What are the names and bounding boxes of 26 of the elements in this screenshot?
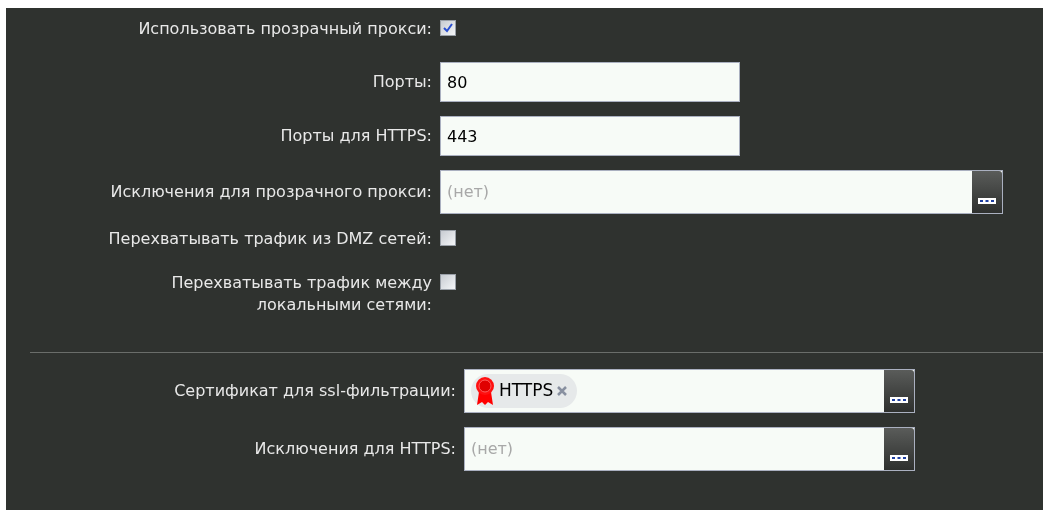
award-ribbon-icon <box>475 376 495 406</box>
ellipsis-icon <box>978 198 996 204</box>
text-field[interactable]: 80 <box>440 62 740 102</box>
browse-button[interactable] <box>884 428 914 470</box>
text-field[interactable]: 443 <box>440 116 740 156</box>
placeholder-text: (нет) <box>447 181 490 203</box>
ellipsis-icon <box>890 455 908 461</box>
placeholder-text: (нет) <box>471 438 514 460</box>
checkmark-icon <box>442 22 454 34</box>
browse-button[interactable] <box>972 171 1002 213</box>
field-label: Порты для HTTPS: <box>279 125 432 147</box>
field-label: Перехватывать трафик между локальными сетями: <box>170 272 432 316</box>
field-label: Исключения для прозрачного прокси: <box>109 181 432 203</box>
ellipsis-icon <box>890 397 908 403</box>
field-label: Сертификат для ssl-фильтрации: <box>173 380 456 402</box>
field-label: Использовать прозрачный прокси: <box>137 18 432 40</box>
field-label: Перехватывать трафик из DMZ сетей: <box>107 228 432 250</box>
field-label: Исключения для HTTPS: <box>253 438 456 460</box>
checkbox[interactable] <box>440 274 456 290</box>
field-label: Порты: <box>371 71 432 93</box>
browse-button[interactable] <box>884 370 914 412</box>
checkbox[interactable] <box>440 20 456 36</box>
tag-label: HTTPS <box>499 379 554 403</box>
remove-icon[interactable] <box>557 386 568 396</box>
checkbox[interactable] <box>440 230 456 246</box>
tag-picker-field[interactable]: HTTPS <box>464 369 915 413</box>
